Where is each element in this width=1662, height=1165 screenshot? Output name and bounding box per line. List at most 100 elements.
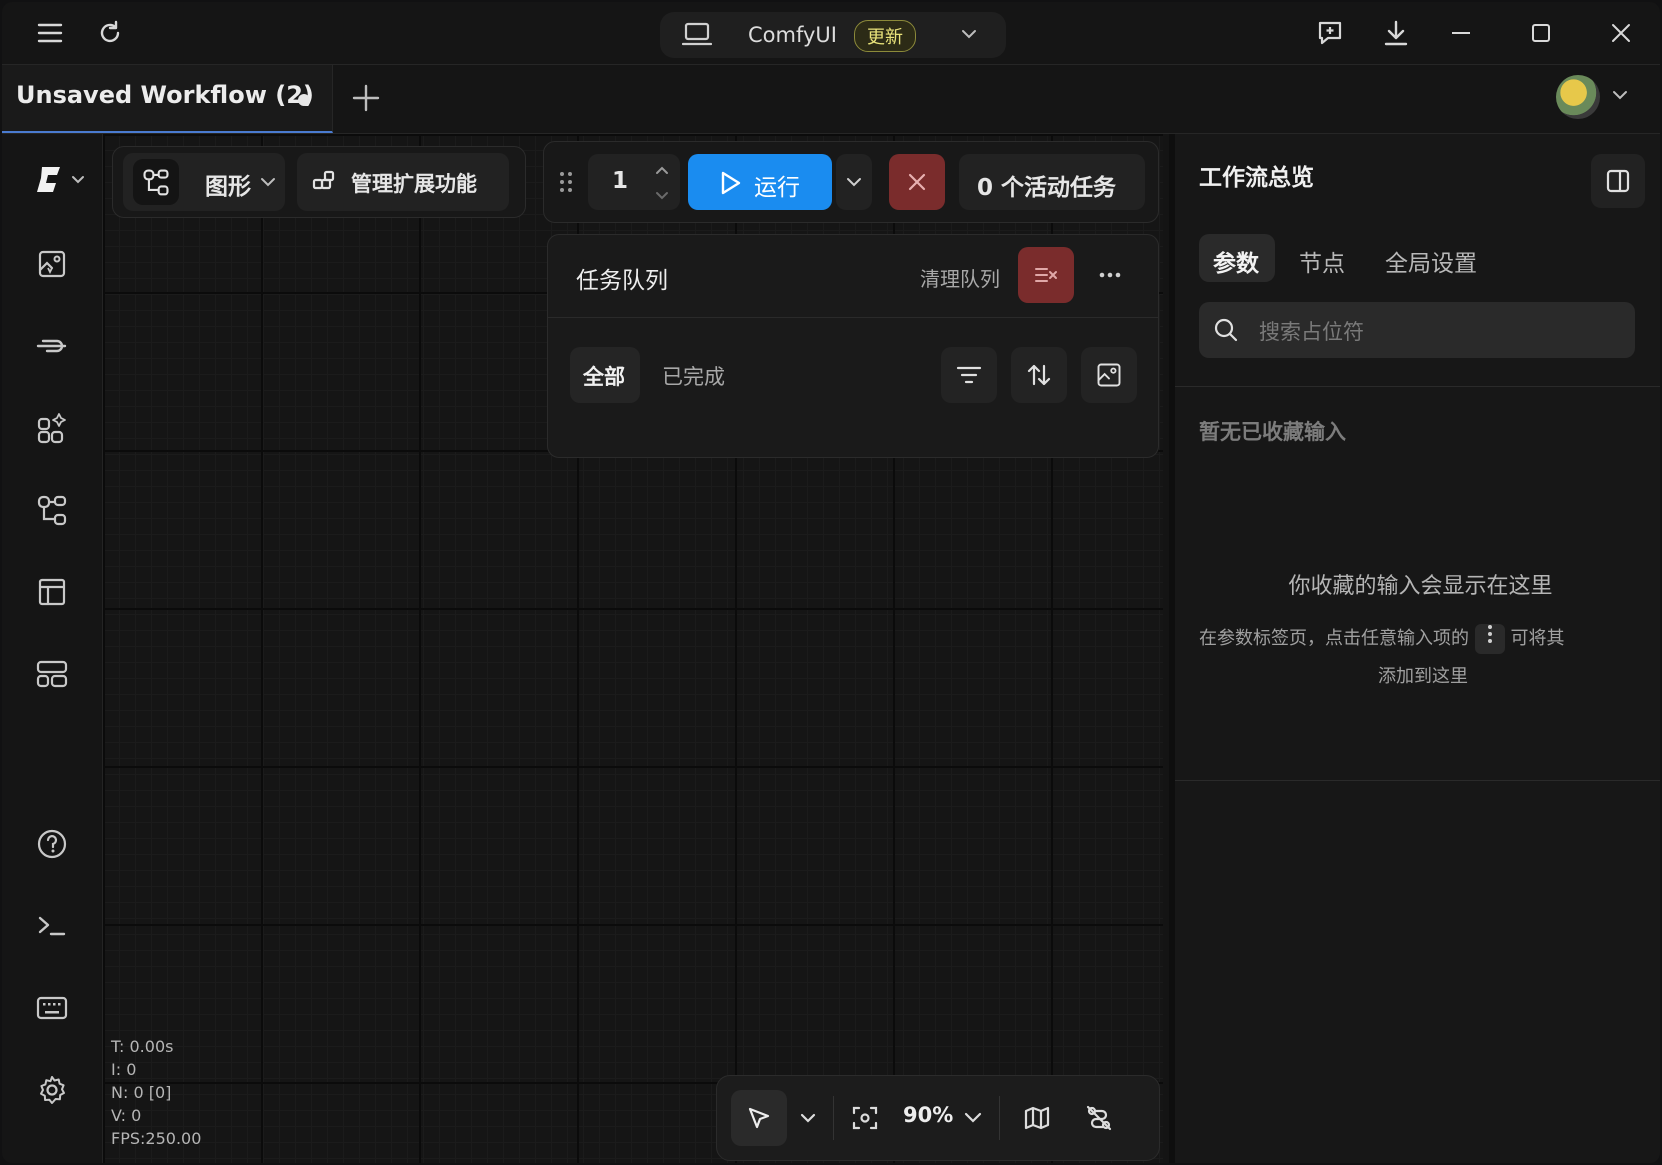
app-switcher[interactable]: ComfyUI 更新: [660, 12, 1006, 58]
search-icon: [1213, 317, 1239, 347]
gallery-view-button[interactable]: [1081, 347, 1137, 403]
empty-favorites-heading: 暂无已收藏输入: [1199, 420, 1346, 444]
update-badge[interactable]: 更新: [854, 20, 916, 52]
laptop-icon: [681, 20, 713, 52]
zoom-level[interactable]: 90%: [903, 1103, 953, 1127]
clear-queue-button[interactable]: [1018, 247, 1074, 303]
batch-count-input[interactable]: 1: [588, 154, 680, 210]
plus-icon: [352, 84, 380, 112]
toggle-panel-button[interactable]: [1591, 154, 1645, 208]
minimize-icon[interactable]: [1445, 17, 1477, 49]
close-window-icon[interactable]: [1605, 17, 1637, 49]
run-options-button[interactable]: [836, 154, 872, 210]
divider: [999, 1096, 1000, 1140]
run-toolbar: 1 运行 0 个活动任务: [543, 141, 1159, 223]
cancel-run-button[interactable]: [889, 154, 945, 210]
help-icon[interactable]: [30, 822, 74, 866]
feedback-icon[interactable]: [1314, 17, 1346, 49]
drag-handle-icon[interactable]: [558, 170, 574, 198]
graph-mode-selector[interactable]: 图形: [123, 153, 285, 211]
stat-v: V: 0: [111, 1106, 142, 1125]
map-icon: [1024, 1106, 1050, 1130]
add-tab-button[interactable]: [347, 79, 385, 117]
left-sidebar: [2, 134, 103, 1163]
panel-divider: [1175, 386, 1660, 387]
more-vertical-icon: [1474, 624, 1505, 654]
canvas-controls: 90%: [716, 1075, 1160, 1161]
chevron-down-icon[interactable]: [963, 1108, 983, 1132]
close-icon: [908, 173, 926, 191]
search-field[interactable]: 搜索占位符: [1199, 302, 1635, 358]
active-tasks-label: 0 个活动任务: [977, 175, 1117, 201]
graph-mode-label: 图形: [205, 174, 251, 200]
clear-queue-label: 清理队列: [920, 267, 1000, 291]
tab-filter-completed[interactable]: 已完成: [662, 361, 725, 391]
play-icon: [718, 170, 742, 200]
empty-desc-suffix: 可将其: [1510, 628, 1565, 649]
tab-params[interactable]: 参数: [1199, 234, 1275, 282]
models-icon[interactable]: [30, 324, 74, 368]
reload-icon[interactable]: [94, 17, 126, 49]
panel-divider: [1175, 780, 1660, 781]
link-off-icon: [1086, 1105, 1112, 1131]
select-tool-button[interactable]: [731, 1090, 787, 1146]
active-tasks-button[interactable]: 0 个活动任务: [959, 154, 1145, 210]
task-queue-panel: 任务队列 清理队列 全部 已完成: [547, 234, 1159, 458]
tab-filter-all[interactable]: 全部: [570, 347, 640, 403]
filter-button[interactable]: [941, 347, 997, 403]
templates-icon[interactable]: [30, 570, 74, 614]
fit-view-button[interactable]: [843, 1096, 887, 1140]
chevron-down-icon[interactable]: [960, 25, 978, 47]
tab-nodes[interactable]: 节点: [1299, 244, 1345, 278]
filter-all-label: 全部: [583, 365, 625, 389]
image-gallery-icon[interactable]: [30, 242, 74, 286]
download-icon[interactable]: [1380, 17, 1412, 49]
tool-options-button[interactable]: [791, 1100, 825, 1136]
empty-state-title: 你收藏的输入会显示在这里: [1288, 574, 1553, 599]
workflow-tab-bar: Unsaved Workflow (2): [2, 65, 1660, 134]
clear-list-icon: [1035, 268, 1057, 282]
tab-unsaved-workflow[interactable]: Unsaved Workflow (2): [2, 65, 333, 133]
app-window: ComfyUI 更新 Unsaved Workflow (2) 图形 管理扩展功…: [2, 2, 1660, 1163]
toggle-links-button[interactable]: [1077, 1096, 1121, 1140]
comfy-logo-menu[interactable]: [30, 158, 90, 202]
app-name: ComfyUI: [748, 23, 837, 47]
settings-gear-icon[interactable]: [30, 1068, 74, 1112]
divider: [833, 1096, 834, 1140]
graph-toolbar: 图形 管理扩展功能: [112, 146, 526, 218]
decrement-chevron-down-icon[interactable]: [654, 188, 670, 207]
empty-desc-prefix: 在参数标签页，点击任意输入项的: [1199, 628, 1469, 649]
minimap-button[interactable]: [1015, 1096, 1059, 1140]
node-library-icon[interactable]: [30, 406, 74, 450]
manage-extensions-label: 管理扩展功能: [351, 172, 477, 196]
chevron-down-icon: [259, 173, 277, 195]
stat-nodes: N: 0 [0]: [111, 1083, 172, 1102]
sort-button[interactable]: [1011, 347, 1067, 403]
image-gallery-icon: [1097, 363, 1121, 387]
increment-chevron-up-icon[interactable]: [654, 162, 670, 181]
stat-time: T: 0.00s: [111, 1037, 174, 1056]
keyboard-icon[interactable]: [30, 986, 74, 1030]
tab-params-label: 参数: [1213, 251, 1259, 277]
run-button[interactable]: 运行: [688, 154, 832, 210]
queue-title: 任务队列: [576, 268, 668, 294]
terminal-icon[interactable]: [30, 904, 74, 948]
sidebar-right-icon: [1606, 169, 1630, 193]
canvas-stats: T: 0.00s I: 0 N: 0 [0] V: 0 FPS:250.00: [111, 1035, 201, 1150]
layout-blocks-icon[interactable]: [30, 652, 74, 696]
panel-title: 工作流总览: [1199, 165, 1314, 191]
manage-extensions-button[interactable]: 管理扩展功能: [297, 153, 509, 211]
focus-frame-icon: [852, 1106, 878, 1130]
chevron-down-icon: [800, 1113, 816, 1123]
more-horizontal-icon: [1099, 272, 1121, 278]
tab-global-settings[interactable]: 全局设置: [1385, 244, 1477, 278]
avatar[interactable]: [1556, 75, 1600, 119]
stat-fps: FPS:250.00: [111, 1129, 202, 1148]
workflows-icon[interactable]: [30, 488, 74, 532]
maximize-icon[interactable]: [1525, 17, 1557, 49]
sort-arrows-icon: [1027, 364, 1051, 386]
chevron-down-icon: [72, 176, 84, 184]
queue-more-button[interactable]: [1088, 253, 1132, 297]
chevron-down-icon[interactable]: [1610, 85, 1630, 109]
menu-icon[interactable]: [34, 17, 66, 49]
